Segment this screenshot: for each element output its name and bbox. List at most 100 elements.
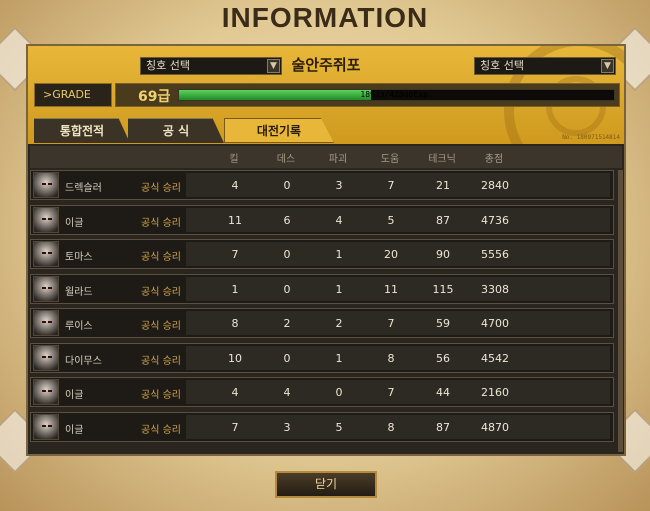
table-row[interactable]: 이글 공식 승리 4 4 0 7 44 2160 bbox=[30, 377, 614, 407]
stat-assist: 20 bbox=[384, 248, 398, 261]
character-name: 루이스 bbox=[65, 321, 93, 332]
tab-label: 통합전적 bbox=[59, 124, 105, 138]
stat-technique: 90 bbox=[436, 248, 450, 261]
character-name: 이글 bbox=[65, 390, 84, 401]
avatar-eye bbox=[48, 321, 52, 323]
stat-death: 0 bbox=[283, 248, 291, 261]
character-name: 윌라드 bbox=[65, 286, 93, 298]
character-name: 토마스 bbox=[65, 252, 93, 263]
table-row[interactable]: 이글 공식 승리 7 3 5 8 87 4870 bbox=[30, 411, 614, 442]
stat-technique: 87 bbox=[436, 213, 450, 227]
tab-match-history[interactable]: 대전기록 bbox=[224, 118, 334, 143]
stat-assist: 11 bbox=[384, 282, 398, 296]
avatar-eye bbox=[42, 286, 46, 289]
match-result: 공식 승리 bbox=[141, 252, 181, 263]
column-header-destroy: 파괴 bbox=[328, 154, 348, 165]
table-row[interactable]: 윌라드 공식 승리 1 0 1 11 115 3308 bbox=[30, 273, 614, 304]
stat-kill: 4 bbox=[231, 179, 239, 192]
tab-official[interactable]: 공 식 bbox=[128, 118, 224, 143]
stat-kill: 11 bbox=[228, 213, 242, 227]
tab-overall-record[interactable]: 통합전적 bbox=[34, 118, 130, 143]
stat-destroy: 3 bbox=[335, 179, 343, 192]
character-avatar bbox=[33, 206, 59, 233]
avatar-eye bbox=[42, 183, 46, 185]
stat-death: 0 bbox=[283, 179, 291, 192]
stat-destroy: 1 bbox=[335, 351, 343, 365]
avatar-eye bbox=[48, 183, 52, 185]
table-row[interactable]: 이글 공식 승리 11 6 4 5 87 4736 bbox=[30, 204, 614, 235]
column-header-kill: 킬 bbox=[229, 154, 239, 165]
stat-technique: 56 bbox=[436, 351, 450, 365]
exp-bar: 18923/42800Exp. bbox=[178, 89, 615, 101]
exp-text: 18923/42800Exp. bbox=[360, 90, 433, 99]
grade-label: >GRADE bbox=[34, 83, 112, 107]
stat-total: 4542 bbox=[481, 351, 509, 365]
avatar-eye bbox=[48, 252, 52, 254]
table-row[interactable]: 토마스 공식 승리 7 0 1 20 90 5556 bbox=[30, 239, 614, 269]
character-name: 드렉슬러 bbox=[65, 183, 102, 194]
stat-assist: 7 bbox=[387, 386, 395, 399]
avatar-eye bbox=[42, 424, 46, 427]
stat-death: 0 bbox=[283, 351, 291, 365]
stat-destroy: 5 bbox=[335, 420, 343, 434]
stat-total: 2160 bbox=[481, 386, 509, 399]
avatar-eye bbox=[48, 217, 52, 220]
stat-destroy: 1 bbox=[335, 248, 343, 261]
tab-label: 공 식 bbox=[162, 124, 190, 138]
grade-box: 69급 18923/42800Exp. bbox=[115, 83, 620, 107]
close-button[interactable]: 닫기 bbox=[275, 471, 377, 498]
stat-technique: 59 bbox=[436, 317, 450, 330]
stat-total: 5556 bbox=[481, 248, 509, 261]
stat-total: 4700 bbox=[481, 317, 509, 330]
build-tag: No. 180971514814 bbox=[562, 134, 620, 141]
stat-assist: 8 bbox=[387, 420, 395, 434]
stat-death: 3 bbox=[283, 420, 291, 434]
character-avatar bbox=[33, 241, 59, 267]
stat-death: 4 bbox=[283, 386, 291, 399]
character-avatar bbox=[33, 275, 59, 302]
stat-kill: 8 bbox=[231, 317, 239, 330]
character-name: 다이무스 bbox=[65, 355, 102, 367]
column-header-assist: 도움 bbox=[380, 154, 400, 165]
stat-assist: 8 bbox=[387, 351, 395, 365]
avatar-eye bbox=[42, 355, 46, 358]
character-name: 이글 bbox=[65, 217, 84, 229]
stat-total: 4870 bbox=[481, 420, 509, 434]
column-header-total: 총점 bbox=[484, 154, 504, 165]
stat-death: 6 bbox=[283, 213, 291, 227]
match-result: 공식 승리 bbox=[141, 355, 181, 367]
chevron-down-icon[interactable]: ▼ bbox=[601, 59, 614, 73]
column-header-technique: 테크닉 bbox=[428, 154, 456, 165]
stat-total: 4736 bbox=[481, 213, 509, 227]
stat-kill: 4 bbox=[231, 386, 239, 399]
title-select-right[interactable]: 칭호 선택 ▼ bbox=[474, 57, 616, 75]
character-avatar bbox=[33, 172, 59, 198]
stat-destroy: 0 bbox=[335, 386, 343, 399]
stat-destroy: 4 bbox=[335, 213, 343, 227]
tab-label: 대전기록 bbox=[256, 124, 302, 138]
column-header-death: 데스 bbox=[276, 154, 296, 165]
character-avatar bbox=[33, 310, 59, 336]
stat-technique: 44 bbox=[436, 386, 450, 399]
scrollbar[interactable] bbox=[618, 170, 623, 452]
table-row[interactable]: 루이스 공식 승리 8 2 2 7 59 4700 bbox=[30, 308, 614, 338]
stat-technique: 115 bbox=[432, 282, 454, 296]
stat-assist: 7 bbox=[387, 179, 395, 192]
character-avatar bbox=[33, 379, 59, 405]
parchment-frame: INFORMATION 칭호 선택 ▼ 술안주쥐포 칭호 선택 ▼ >GRADE… bbox=[0, 0, 650, 511]
stat-death: 2 bbox=[283, 317, 291, 330]
match-result: 공식 승리 bbox=[141, 390, 181, 401]
stat-kill: 7 bbox=[231, 248, 239, 261]
stat-kill: 10 bbox=[228, 351, 242, 365]
avatar-eye bbox=[42, 321, 46, 323]
character-name: 이글 bbox=[65, 424, 84, 436]
character-avatar bbox=[33, 344, 59, 371]
table-row[interactable]: 다이무스 공식 승리 10 0 1 8 56 4542 bbox=[30, 342, 614, 373]
info-panel: 칭호 선택 ▼ 술안주쥐포 칭호 선택 ▼ >GRADE 69급 18923/4… bbox=[26, 44, 626, 456]
grade-level: 69급 bbox=[138, 89, 171, 105]
stat-assist: 7 bbox=[387, 317, 395, 330]
avatar-eye bbox=[48, 424, 52, 427]
table-row[interactable]: 드렉슬러 공식 승리 4 0 3 7 21 2840 bbox=[30, 170, 614, 200]
stat-kill: 7 bbox=[231, 420, 239, 434]
table-header: 킬 데스 파괴 도움 테크닉 총점 bbox=[30, 146, 622, 168]
